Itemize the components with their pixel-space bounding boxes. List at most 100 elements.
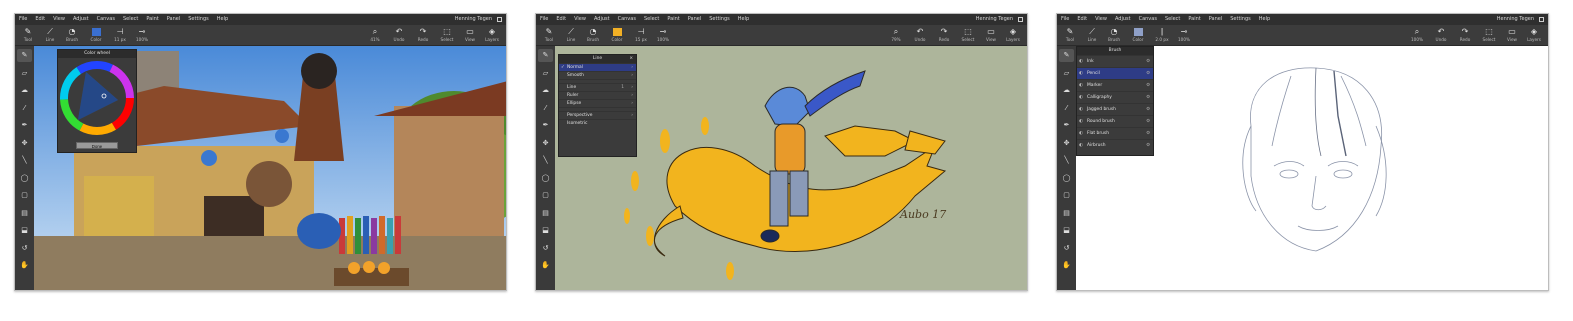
fill-icon[interactable]: ⬓ <box>538 224 553 237</box>
size-button[interactable]: ǀ 2.0 px <box>1151 26 1173 45</box>
line-icon[interactable]: ╲ <box>1059 154 1074 167</box>
zoom-button[interactable]: ⌕ 41% <box>364 26 386 45</box>
hand-icon[interactable]: ✋ <box>538 259 553 272</box>
line-mode-perspective[interactable]: Perspective › <box>559 111 636 119</box>
line-button[interactable]: ⟋ Line <box>39 26 61 45</box>
menu-settings[interactable]: Settings <box>1226 14 1255 25</box>
layers-button[interactable]: ◈ Layers <box>481 26 503 45</box>
menu-panel[interactable]: Panel <box>1205 14 1227 25</box>
rect-select-icon[interactable]: ▢ <box>538 189 553 202</box>
redo-button[interactable]: ↷ Redo <box>933 26 955 45</box>
menu-help[interactable]: Help <box>1255 14 1274 25</box>
color-button[interactable]: Color <box>1127 26 1149 45</box>
menu-paint[interactable]: Paint <box>1184 14 1204 25</box>
eyedropper-icon[interactable]: ⁄ <box>17 102 32 115</box>
line-mode-ruler[interactable]: Ruler › <box>559 91 636 99</box>
brush-button[interactable]: ◔ Brush <box>1103 26 1125 45</box>
hand-icon[interactable]: ✋ <box>17 259 32 272</box>
brush-icon[interactable]: ✎ <box>538 49 553 62</box>
fullscreen-icon[interactable] <box>497 17 502 22</box>
brush-flat-brush[interactable]: ◐ Flat brush ⚙ <box>1077 127 1153 139</box>
move-icon[interactable]: ✥ <box>1059 137 1074 150</box>
rect-select-icon[interactable]: ▢ <box>17 189 32 202</box>
gradient-icon[interactable]: ▤ <box>1059 207 1074 220</box>
lasso-icon[interactable]: ◯ <box>538 172 553 185</box>
layers-button[interactable]: ◈ Layers <box>1002 26 1024 45</box>
drawing-canvas[interactable]: Brush ◐ Ink ⚙ ◐ Pencil ⚙ ◐ Marker ⚙ ◐ Calligraphy ⚙… <box>1076 46 1548 290</box>
select-button[interactable]: ⬚ Select <box>1478 26 1500 45</box>
rect-select-icon[interactable]: ▢ <box>1059 189 1074 202</box>
brush-button[interactable]: ◔ Brush <box>61 26 83 45</box>
opacity-button[interactable]: ⊸ 100% <box>1173 26 1195 45</box>
opacity-button[interactable]: ⊸ 100% <box>652 26 674 45</box>
menu-select[interactable]: Select <box>640 14 663 25</box>
menu-settings[interactable]: Settings <box>184 14 213 25</box>
brush-airbrush[interactable]: ◐ Airbrush ⚙ <box>1077 139 1153 151</box>
menu-help[interactable]: Help <box>734 14 753 25</box>
undo-button[interactable]: ↶ Undo <box>909 26 931 45</box>
view-button[interactable]: ▭ View <box>459 26 481 45</box>
redo-button[interactable]: ↷ Redo <box>1454 26 1476 45</box>
view-button[interactable]: ▭ View <box>980 26 1002 45</box>
zoom-button[interactable]: ⌕ 100% <box>1406 26 1428 45</box>
fill-icon[interactable]: ⬓ <box>17 224 32 237</box>
brush-ink[interactable]: ◐ Ink ⚙ <box>1077 55 1153 67</box>
menu-panel[interactable]: Panel <box>163 14 185 25</box>
brush-tool-button[interactable]: ✎ Tool <box>538 26 560 45</box>
menu-select[interactable]: Select <box>119 14 142 25</box>
menu-edit[interactable]: Edit <box>1073 14 1091 25</box>
redo-button[interactable]: ↷ Redo <box>412 26 434 45</box>
undo-button[interactable]: ↶ Undo <box>388 26 410 45</box>
pen-icon[interactable]: ✒ <box>1059 119 1074 132</box>
fill-icon[interactable]: ⬓ <box>1059 224 1074 237</box>
menu-file[interactable]: File <box>15 14 31 25</box>
rotate-icon[interactable]: ↺ <box>1059 242 1074 255</box>
line-mode-isometric[interactable]: Isometric <box>559 119 636 127</box>
menu-adjust[interactable]: Adjust <box>1111 14 1135 25</box>
menu-edit[interactable]: Edit <box>31 14 49 25</box>
brush-tool-button[interactable]: ✎ Tool <box>17 26 39 45</box>
menu-file[interactable]: File <box>1057 14 1073 25</box>
brush-tool-button[interactable]: ✎ Tool <box>1059 26 1081 45</box>
fullscreen-icon[interactable] <box>1539 17 1544 22</box>
brush-calligraphy[interactable]: ◐ Calligraphy ⚙ <box>1077 91 1153 103</box>
size-button[interactable]: ⊣ 15 px <box>630 26 652 45</box>
line-mode-ellipse[interactable]: Ellipse › <box>559 99 636 107</box>
brush-pencil[interactable]: ◐ Pencil ⚙ <box>1077 67 1153 79</box>
menu-paint[interactable]: Paint <box>663 14 683 25</box>
smudge-icon[interactable]: ☁ <box>1059 84 1074 97</box>
menu-settings[interactable]: Settings <box>705 14 734 25</box>
move-icon[interactable]: ✥ <box>17 137 32 150</box>
brush-jagged-brush[interactable]: ◐ Jagged brush ⚙ <box>1077 103 1153 115</box>
brush-marker[interactable]: ◐ Marker ⚙ <box>1077 79 1153 91</box>
undo-button[interactable]: ↶ Undo <box>1430 26 1452 45</box>
line-mode-smooth[interactable]: Smooth › <box>559 71 636 79</box>
size-button[interactable]: ⊣ 11 px <box>109 26 131 45</box>
lasso-icon[interactable]: ◯ <box>1059 172 1074 185</box>
brush-icon[interactable]: ✎ <box>1059 49 1074 62</box>
hand-icon[interactable]: ✋ <box>1059 259 1074 272</box>
menu-select[interactable]: Select <box>1161 14 1184 25</box>
pen-icon[interactable]: ✒ <box>17 119 32 132</box>
rotate-icon[interactable]: ↺ <box>538 242 553 255</box>
done-button[interactable]: Done <box>76 142 118 149</box>
eyedropper-icon[interactable]: ⁄ <box>538 102 553 115</box>
select-button[interactable]: ⬚ Select <box>957 26 979 45</box>
move-icon[interactable]: ✥ <box>538 137 553 150</box>
drawing-canvas[interactable]: Aubo 17 Line × ✓ Normal › Smooth › Line › 1 Rule… <box>555 46 1027 290</box>
view-button[interactable]: ▭ View <box>1501 26 1523 45</box>
close-icon[interactable]: × <box>629 55 633 63</box>
zoom-button[interactable]: ⌕ 79% <box>885 26 907 45</box>
menu-file[interactable]: File <box>536 14 552 25</box>
opacity-button[interactable]: ⊸ 100% <box>131 26 153 45</box>
brush-icon[interactable]: ✎ <box>17 49 32 62</box>
line-mode-line[interactable]: Line › 1 <box>559 83 636 91</box>
pen-icon[interactable]: ✒ <box>538 119 553 132</box>
drawing-canvas[interactable]: Color wheel Done <box>34 46 506 290</box>
eyedropper-icon[interactable]: ⁄ <box>1059 102 1074 115</box>
gear-icon[interactable]: ⚙ <box>1146 140 1150 152</box>
menu-paint[interactable]: Paint <box>142 14 162 25</box>
menu-canvas[interactable]: Canvas <box>1135 14 1161 25</box>
select-button[interactable]: ⬚ Select <box>436 26 458 45</box>
menu-adjust[interactable]: Adjust <box>69 14 93 25</box>
